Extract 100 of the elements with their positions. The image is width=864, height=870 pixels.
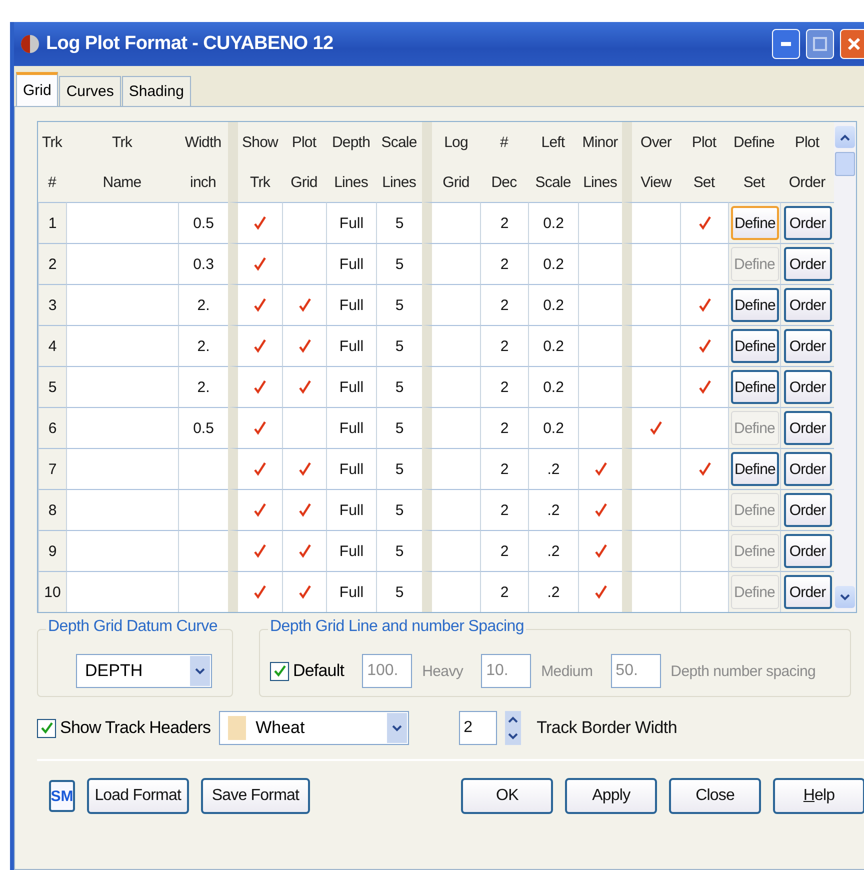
table-cell[interactable]: Full bbox=[326, 325, 376, 366]
tab[interactable]: Grid bbox=[16, 72, 58, 106]
table-cell[interactable]: 5 bbox=[376, 407, 422, 448]
name-field[interactable] bbox=[66, 530, 178, 571]
order-button[interactable]: Order bbox=[784, 206, 832, 240]
checkbox-cell[interactable] bbox=[578, 243, 622, 284]
table-cell[interactable]: 0.2 bbox=[528, 366, 578, 407]
order-button[interactable]: Order bbox=[784, 493, 832, 527]
checkbox-cell[interactable] bbox=[578, 366, 622, 407]
table-cell[interactable]: 5 bbox=[376, 243, 422, 284]
checkbox-cell[interactable] bbox=[622, 530, 680, 571]
table-cell[interactable]: 2 bbox=[480, 366, 528, 407]
checkbox-cell[interactable] bbox=[680, 325, 728, 366]
table-cell[interactable]: 2 bbox=[480, 530, 528, 571]
table-cell[interactable]: 0.2 bbox=[528, 407, 578, 448]
show-headers-checkbox[interactable]: Show Track Headers bbox=[37, 718, 211, 738]
checkbox-cell[interactable] bbox=[282, 284, 326, 325]
checkbox-cell[interactable] bbox=[282, 243, 326, 284]
dialog-button[interactable]: Close bbox=[669, 778, 762, 814]
checkbox-cell[interactable] bbox=[282, 571, 326, 612]
checkbox-cell[interactable] bbox=[282, 202, 326, 243]
table-cell[interactable]: 5 bbox=[376, 325, 422, 366]
order-button[interactable]: Order bbox=[784, 329, 832, 363]
table-cell[interactable]: 2 bbox=[480, 202, 528, 243]
table-cell[interactable]: Full bbox=[326, 571, 376, 612]
define-button[interactable]: Define bbox=[730, 329, 778, 363]
table-cell[interactable]: 2 bbox=[480, 243, 528, 284]
checkbox-cell[interactable] bbox=[622, 489, 680, 530]
table-cell[interactable] bbox=[422, 571, 480, 612]
name-field[interactable] bbox=[66, 571, 178, 612]
table-cell[interactable]: 2. bbox=[178, 366, 228, 407]
checkbox-cell[interactable] bbox=[282, 325, 326, 366]
checkbox-cell[interactable] bbox=[228, 243, 282, 284]
checkbox-cell[interactable] bbox=[680, 407, 728, 448]
table-cell[interactable]: 0.5 bbox=[178, 202, 228, 243]
name-field[interactable] bbox=[66, 202, 178, 243]
table-cell[interactable]: 2 bbox=[480, 489, 528, 530]
checkbox-cell[interactable] bbox=[282, 489, 326, 530]
table-cell[interactable]: 5 bbox=[376, 489, 422, 530]
table-cell[interactable]: 5 bbox=[376, 366, 422, 407]
table-cell[interactable] bbox=[422, 325, 480, 366]
table-cell[interactable]: .2 bbox=[528, 489, 578, 530]
checkbox-cell[interactable] bbox=[622, 284, 680, 325]
checkbox-cell[interactable] bbox=[282, 366, 326, 407]
checkbox-cell[interactable] bbox=[228, 407, 282, 448]
format-button[interactable]: Save Format bbox=[200, 778, 310, 814]
dialog-button[interactable]: OK bbox=[461, 778, 554, 814]
checkbox-cell[interactable] bbox=[578, 530, 622, 571]
name-field[interactable] bbox=[66, 489, 178, 530]
checkbox-cell[interactable] bbox=[228, 284, 282, 325]
sm-badge[interactable]: SM bbox=[49, 780, 75, 812]
table-cell[interactable] bbox=[422, 202, 480, 243]
color-dropdown[interactable]: Wheat bbox=[218, 711, 409, 745]
checkbox-cell[interactable] bbox=[578, 407, 622, 448]
checkbox-cell[interactable] bbox=[622, 448, 680, 489]
scroll-thumb[interactable] bbox=[835, 152, 855, 176]
table-cell[interactable] bbox=[422, 489, 480, 530]
checkbox-cell[interactable] bbox=[680, 284, 728, 325]
checkbox-cell[interactable] bbox=[578, 284, 622, 325]
scrollbar[interactable] bbox=[834, 122, 856, 612]
checkbox-cell[interactable] bbox=[282, 530, 326, 571]
table-cell[interactable]: 0.2 bbox=[528, 325, 578, 366]
checkbox-cell[interactable] bbox=[228, 325, 282, 366]
checkbox-cell[interactable] bbox=[228, 448, 282, 489]
dialog-button[interactable]: Help bbox=[773, 778, 864, 814]
table-cell[interactable]: Full bbox=[326, 243, 376, 284]
checkbox-cell[interactable] bbox=[680, 448, 728, 489]
table-cell[interactable]: 0.2 bbox=[528, 202, 578, 243]
table-cell[interactable]: Full bbox=[326, 448, 376, 489]
checkbox-cell[interactable] bbox=[680, 571, 728, 612]
table-cell[interactable]: 2 bbox=[480, 284, 528, 325]
spin-buttons[interactable] bbox=[504, 711, 521, 745]
table-cell[interactable]: 2 bbox=[480, 407, 528, 448]
checkbox-cell[interactable] bbox=[622, 202, 680, 243]
table-cell[interactable] bbox=[422, 284, 480, 325]
table-cell[interactable]: 0.2 bbox=[528, 284, 578, 325]
order-button[interactable]: Order bbox=[784, 247, 832, 281]
define-button[interactable]: Define bbox=[730, 370, 778, 404]
checkbox-cell[interactable] bbox=[578, 202, 622, 243]
table-cell[interactable]: 5 bbox=[376, 448, 422, 489]
table-cell[interactable] bbox=[422, 243, 480, 284]
table-cell[interactable]: Full bbox=[326, 202, 376, 243]
define-button[interactable]: Define bbox=[730, 288, 778, 322]
close-button[interactable] bbox=[840, 29, 864, 59]
checkbox-cell[interactable] bbox=[622, 325, 680, 366]
order-button[interactable]: Order bbox=[784, 370, 832, 404]
checkbox-cell[interactable] bbox=[228, 571, 282, 612]
table-cell[interactable] bbox=[178, 448, 228, 489]
format-button[interactable]: Load Format bbox=[87, 778, 189, 814]
table-cell[interactable] bbox=[422, 407, 480, 448]
checkbox-cell[interactable] bbox=[622, 366, 680, 407]
table-cell[interactable]: Full bbox=[326, 530, 376, 571]
table-cell[interactable] bbox=[178, 571, 228, 612]
checkbox-cell[interactable] bbox=[680, 489, 728, 530]
order-button[interactable]: Order bbox=[784, 534, 832, 568]
table-cell[interactable]: 2 bbox=[480, 325, 528, 366]
name-field[interactable] bbox=[66, 243, 178, 284]
table-cell[interactable]: 2 bbox=[480, 571, 528, 612]
order-button[interactable]: Order bbox=[784, 288, 832, 322]
table-cell[interactable]: 5 bbox=[376, 284, 422, 325]
